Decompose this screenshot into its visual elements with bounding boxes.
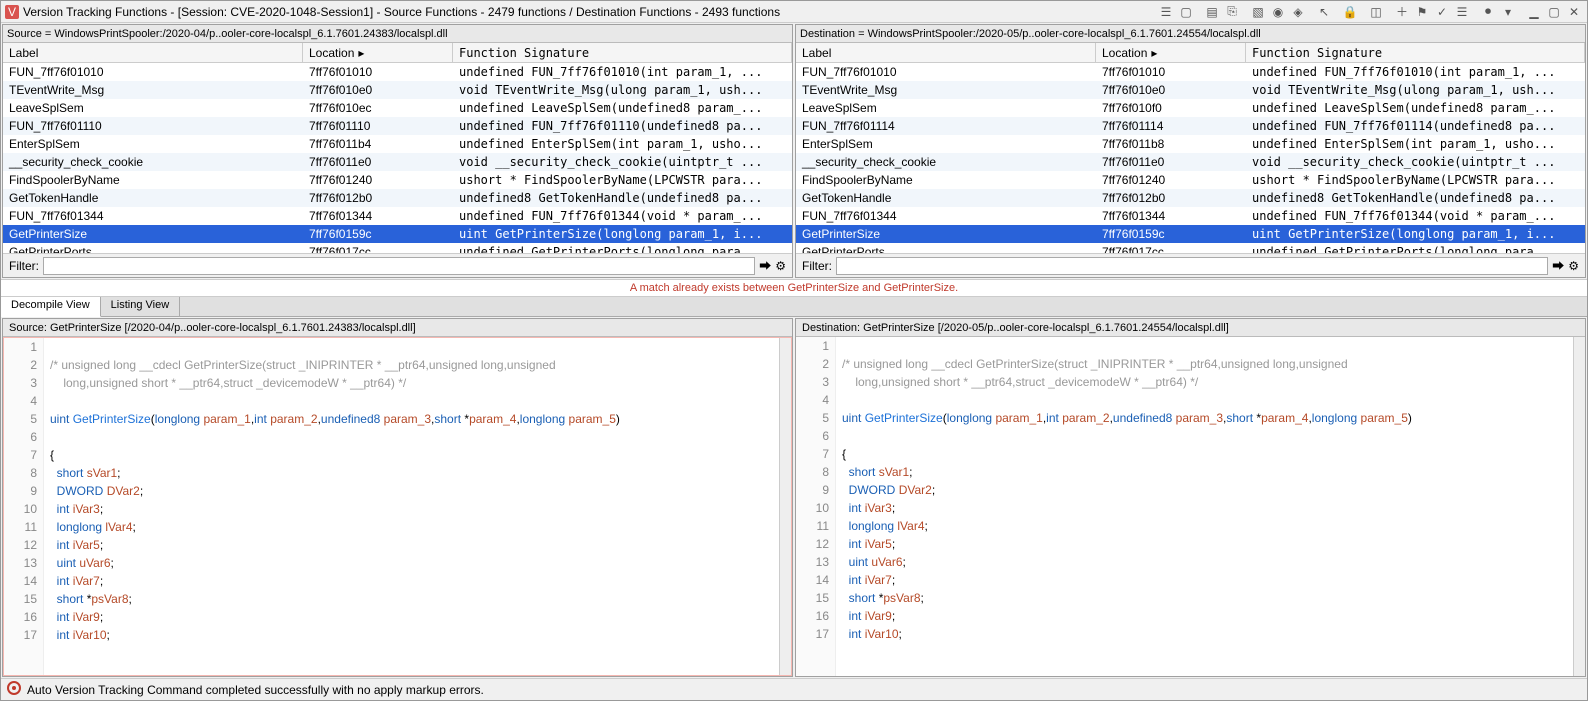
- scrollbar[interactable]: [779, 338, 791, 675]
- table-row[interactable]: __security_check_cookie7ff76f011e0void _…: [796, 153, 1585, 171]
- source-filter-input[interactable]: [43, 257, 755, 275]
- table-row[interactable]: EnterSplSem7ff76f011b8undefined EnterSpl…: [796, 135, 1585, 153]
- match-message: A match already exists between GetPrinte…: [1, 279, 1587, 297]
- maximize-icon[interactable]: ▢: [1545, 4, 1563, 20]
- status-text: Auto Version Tracking Command completed …: [27, 683, 484, 697]
- lock-icon[interactable]: 🔒: [1341, 4, 1359, 20]
- stop-icon[interactable]: ⏺: [1479, 4, 1497, 20]
- table-row[interactable]: GetTokenHandle7ff76f012b0undefined8 GetT…: [3, 189, 792, 207]
- source-code-area[interactable]: 1234567891011121314151617 /* unsigned lo…: [3, 337, 792, 676]
- table-row[interactable]: GetPrinterPorts7ff76f017ccundefined GetP…: [3, 243, 792, 253]
- toolbar: ☰ ▢ ▤ ⎘ ▧ ◉ ◈ ↖ 🔒 ◫ ＋ ⚑ ✓ ☰ ⏺ ▾ ▁ ▢ ✕: [1157, 4, 1583, 20]
- table-row[interactable]: FindSpoolerByName7ff76f01240ushort * Fin…: [3, 171, 792, 189]
- table-row[interactable]: GetPrinterPorts7ff76f017ccundefined GetP…: [796, 243, 1585, 253]
- col-label[interactable]: Label: [3, 43, 303, 62]
- copy-icon[interactable]: ⎘: [1223, 4, 1241, 20]
- minimize-icon[interactable]: ▁: [1525, 4, 1543, 20]
- close-icon[interactable]: ✕: [1565, 4, 1583, 20]
- check-icon[interactable]: ✓: [1433, 4, 1451, 20]
- source-header: Source = WindowsPrintSpooler:/2020-04/p.…: [3, 25, 792, 43]
- circle-icon[interactable]: ◉: [1269, 4, 1287, 20]
- table-row[interactable]: FUN_7ff76f010107ff76f01010undefined FUN_…: [3, 63, 792, 81]
- col-signature[interactable]: Function Signature: [1246, 43, 1585, 62]
- col-location[interactable]: Location ▸: [1096, 43, 1246, 62]
- filter-label: Filter:: [9, 259, 39, 273]
- flag-icon[interactable]: ⚑: [1413, 4, 1431, 20]
- filter-apply-icon[interactable]: ⮕: [759, 257, 771, 274]
- source-table-body[interactable]: FUN_7ff76f010107ff76f01010undefined FUN_…: [3, 63, 792, 253]
- col-signature[interactable]: Function Signature: [453, 43, 792, 62]
- source-code-header: Source: GetPrinterSize [/2020-04/p..oole…: [3, 319, 792, 337]
- dual-pane-icon[interactable]: ◫: [1367, 4, 1385, 20]
- filter-settings-icon[interactable]: ⚙: [775, 259, 786, 273]
- table-row[interactable]: FUN_7ff76f011147ff76f01114undefined FUN_…: [796, 117, 1585, 135]
- source-pane: Source = WindowsPrintSpooler:/2020-04/p.…: [2, 24, 793, 278]
- source-table-header: Label Location ▸ Function Signature: [3, 43, 792, 63]
- columns-icon[interactable]: ▤: [1203, 4, 1221, 20]
- scrollbar[interactable]: [1573, 337, 1585, 676]
- sort-icon: ▸: [358, 46, 364, 60]
- source-code-pane: Source: GetPrinterSize [/2020-04/p..oole…: [2, 318, 793, 677]
- source-filter-row: Filter: ⮕ ⚙: [3, 253, 792, 277]
- dest-code-header: Destination: GetPrinterSize [/2020-05/p.…: [796, 319, 1585, 337]
- app-icon: V: [5, 5, 19, 19]
- table-row[interactable]: GetPrinterSize7ff76f0159cuint GetPrinter…: [796, 225, 1585, 243]
- checkbox-icon[interactable]: ▢: [1177, 4, 1195, 20]
- tab-decompile[interactable]: Decompile View: [1, 297, 101, 317]
- window-title: Version Tracking Functions - [Session: C…: [23, 5, 1157, 19]
- dest-table-body[interactable]: FUN_7ff76f010107ff76f01010undefined FUN_…: [796, 63, 1585, 253]
- dest-code-area[interactable]: 1234567891011121314151617 /* unsigned lo…: [796, 337, 1585, 676]
- dest-pane: Destination = WindowsPrintSpooler:/2020-…: [795, 24, 1586, 278]
- plus-icon[interactable]: ＋: [1393, 4, 1411, 20]
- table-row[interactable]: GetPrinterSize7ff76f0159cuint GetPrinter…: [3, 225, 792, 243]
- dest-header: Destination = WindowsPrintSpooler:/2020-…: [796, 25, 1585, 43]
- square-icon[interactable]: ▧: [1249, 4, 1267, 20]
- dest-filter-row: Filter: ⮕ ⚙: [796, 253, 1585, 277]
- table-row[interactable]: FindSpoolerByName7ff76f01240ushort * Fin…: [796, 171, 1585, 189]
- table-row[interactable]: LeaveSplSem7ff76f010f0undefined LeaveSpl…: [796, 99, 1585, 117]
- table-row[interactable]: __security_check_cookie7ff76f011e0void _…: [3, 153, 792, 171]
- dest-code-pane: Destination: GetPrinterSize [/2020-05/p.…: [795, 318, 1586, 677]
- col-label[interactable]: Label: [796, 43, 1096, 62]
- statusbar: Auto Version Tracking Command completed …: [1, 678, 1587, 700]
- table-row[interactable]: EnterSplSem7ff76f011b4undefined EnterSpl…: [3, 135, 792, 153]
- table-row[interactable]: FUN_7ff76f013447ff76f01344undefined FUN_…: [796, 207, 1585, 225]
- dest-filter-input[interactable]: [836, 257, 1548, 275]
- view-tabs: Decompile View Listing View: [1, 297, 1587, 317]
- chevron-down-icon[interactable]: ▾: [1499, 4, 1517, 20]
- status-icon: [7, 681, 21, 698]
- sort-icon: ▸: [1151, 46, 1157, 60]
- table-row[interactable]: GetTokenHandle7ff76f012b0undefined8 GetT…: [796, 189, 1585, 207]
- tab-listing[interactable]: Listing View: [101, 297, 181, 316]
- table-row[interactable]: TEventWrite_Msg7ff76f010e0void TEventWri…: [796, 81, 1585, 99]
- col-location[interactable]: Location ▸: [303, 43, 453, 62]
- filter-apply-icon[interactable]: ⮕: [1552, 257, 1564, 274]
- dest-table-header: Label Location ▸ Function Signature: [796, 43, 1585, 63]
- list-icon[interactable]: ☰: [1157, 4, 1175, 20]
- table-row[interactable]: FUN_7ff76f011107ff76f01110undefined FUN_…: [3, 117, 792, 135]
- star-icon[interactable]: ☰: [1453, 4, 1471, 20]
- table-row[interactable]: FUN_7ff76f013447ff76f01344undefined FUN_…: [3, 207, 792, 225]
- table-row[interactable]: TEventWrite_Msg7ff76f010e0void TEventWri…: [3, 81, 792, 99]
- filter-label: Filter:: [802, 259, 832, 273]
- svg-text:V: V: [8, 5, 16, 19]
- diamond-icon[interactable]: ◈: [1289, 4, 1307, 20]
- cursor-icon[interactable]: ↖: [1315, 4, 1333, 20]
- table-row[interactable]: FUN_7ff76f010107ff76f01010undefined FUN_…: [796, 63, 1585, 81]
- window-titlebar: V Version Tracking Functions - [Session:…: [1, 1, 1587, 23]
- table-row[interactable]: LeaveSplSem7ff76f010ecundefined LeaveSpl…: [3, 99, 792, 117]
- filter-settings-icon[interactable]: ⚙: [1568, 259, 1579, 273]
